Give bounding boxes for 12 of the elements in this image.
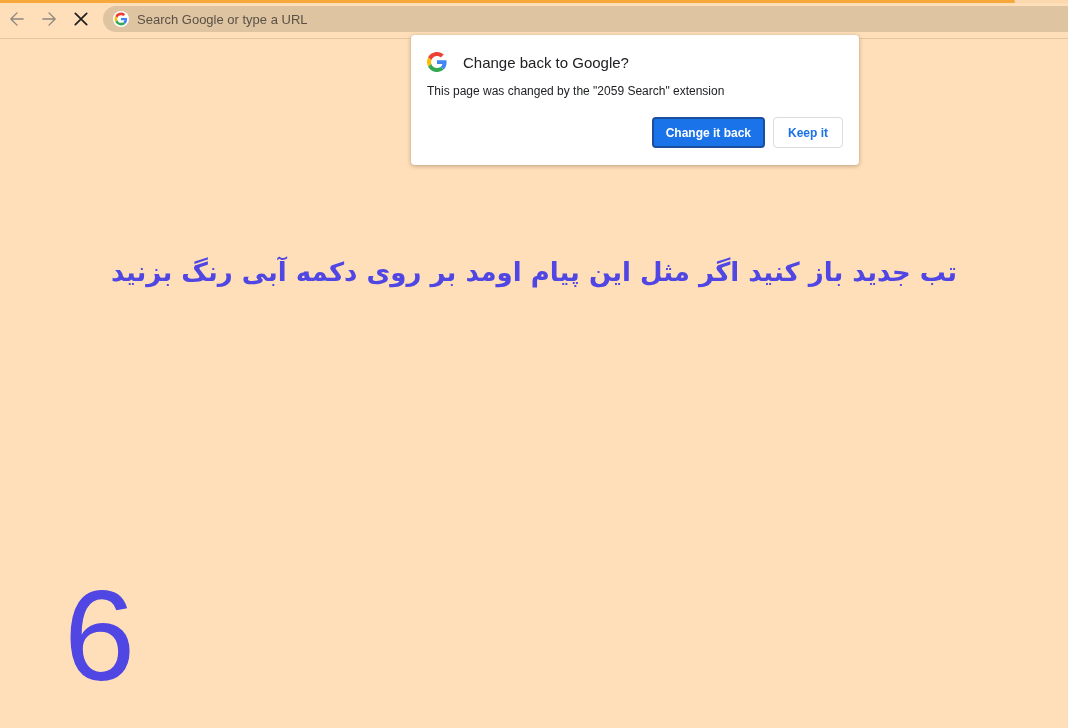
confirm-button[interactable]: Change it back [651, 117, 765, 148]
close-icon [74, 12, 88, 26]
multicolor-g-icon [113, 11, 129, 27]
left-arrow-icon [10, 12, 24, 26]
multicolor-g-icon [427, 52, 447, 72]
right-arrow-icon [42, 12, 56, 26]
page-heading: تب جدید باز کنید اگر مثل این پیام اومد بر روی دکمه آبی رنگ بزنید [110, 255, 958, 290]
dialog-message: This page was changed by the "2059 Search" extension [427, 83, 726, 99]
dismiss-button[interactable]: Keep it [773, 117, 843, 148]
page-number: 6 [64, 572, 136, 700]
address-bar[interactable]: Search Google or type a URL [103, 6, 1068, 32]
dialog-title: Change back to Google? [463, 53, 629, 71]
